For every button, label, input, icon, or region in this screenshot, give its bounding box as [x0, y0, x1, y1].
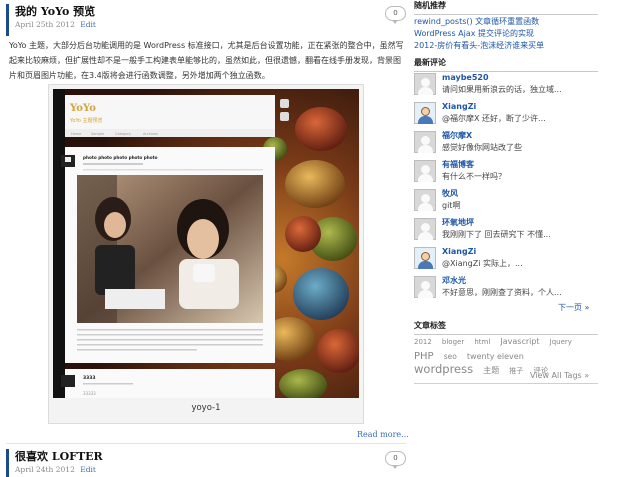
- comment-excerpt[interactable]: 有什么不一样吗？: [442, 171, 506, 182]
- post-article: 我的 YoYo 预览 April 25th 2012 Edit 0 YoYo 主…: [6, 4, 406, 83]
- recent-comments-title: 最新评论: [414, 58, 446, 67]
- post-divider: [6, 443, 406, 444]
- edit-link[interactable]: Edit: [80, 465, 96, 474]
- comment-author[interactable]: 邓水光: [442, 275, 466, 286]
- edit-link[interactable]: Edit: [80, 20, 96, 29]
- post-article: 很喜欢 LOFTER April 24th 2012 Edit 0: [6, 449, 406, 477]
- comment-author[interactable]: 福尔摩X: [442, 130, 472, 141]
- comment-author[interactable]: XiangZi: [442, 101, 476, 112]
- tag-link[interactable]: 推子: [509, 367, 523, 375]
- preview-nav-category: Category: [115, 132, 131, 136]
- comment-author[interactable]: XiangZi: [442, 246, 476, 257]
- random-posts-title: 随机推荐: [414, 1, 446, 10]
- avatar: [414, 102, 436, 124]
- post-header: 我的 YoYo 预览 April 25th 2012 Edit 0: [6, 4, 406, 36]
- post-date: April 25th 2012: [15, 20, 75, 29]
- comment-excerpt[interactable]: 感觉好像你网站改了些: [442, 142, 522, 153]
- post-excerpt: YoYo 主题，大部分后台功能调用的是 WordPress 标准接口，尤其是后台…: [9, 41, 404, 80]
- random-post-link[interactable]: 2012-房价有看头-泡沫经济谁来买单: [414, 40, 598, 52]
- comment-author[interactable]: maybe520: [442, 72, 489, 83]
- recent-comment-item[interactable]: XiangZi @XiangZi 实际上，...: [414, 246, 598, 270]
- post-meta: April 24th 2012 Edit: [15, 464, 406, 476]
- comment-excerpt[interactable]: 我刚刚下了 回去研究下 不懂...: [442, 229, 551, 240]
- comment-excerpt[interactable]: 请问如果用新浪云的话，独立域...: [442, 84, 562, 95]
- comment-count-bubble[interactable]: 0: [385, 451, 406, 469]
- random-posts-list: rewind_posts() 文章循环重置函数 WordPress Ajax 提…: [414, 16, 598, 52]
- tag-link[interactable]: 2012: [414, 338, 432, 346]
- next-page-link[interactable]: 下一页 »: [558, 302, 589, 313]
- avatar: [414, 276, 436, 298]
- random-post-link[interactable]: rewind_posts() 文章循环重置函数: [414, 16, 598, 28]
- recent-comment-item[interactable]: 福尔摩X 感觉好像你网站改了些: [414, 130, 598, 154]
- avatar: [414, 247, 436, 269]
- tag-link[interactable]: PHP: [414, 351, 434, 362]
- avatar: [414, 218, 436, 240]
- avatar: [414, 160, 436, 182]
- read-more-link[interactable]: Read more...: [357, 430, 409, 439]
- preview-site-title: YoYo: [69, 103, 96, 114]
- recent-comment-item[interactable]: 邓水光 不好意思，刚刚查了资料，个人...: [414, 275, 598, 299]
- avatar: [414, 189, 436, 211]
- tag-link[interactable]: Jquery: [550, 338, 572, 346]
- tag-link[interactable]: 主题: [483, 366, 499, 375]
- post-title[interactable]: 很喜欢 LOFTER: [15, 449, 406, 464]
- tag-link[interactable]: seo: [444, 352, 457, 361]
- comment-author[interactable]: 牧风: [442, 188, 458, 199]
- recent-comment-item[interactable]: XiangZi @福尔摩X 还好，断了少许...: [414, 101, 598, 125]
- preview-screenshot-image[interactable]: YoYo YoYo 主题预览 Home Sample Category Arch…: [53, 89, 359, 398]
- post-date: April 24th 2012: [15, 465, 75, 474]
- recent-comment-item[interactable]: maybe520 请问如果用新浪云的话，独立域...: [414, 72, 598, 96]
- avatar: [414, 131, 436, 153]
- comment-count-bubble[interactable]: 0: [385, 6, 406, 24]
- random-post-link[interactable]: WordPress Ajax 提交评论的实现: [414, 28, 598, 40]
- comment-excerpt[interactable]: git啊: [442, 200, 460, 211]
- widget-rule: [414, 14, 598, 15]
- tag-link[interactable]: html: [474, 338, 490, 346]
- preview-nav-sample: Sample: [91, 132, 104, 136]
- widget-rule: [414, 383, 598, 384]
- post-figure: YoYo YoYo 主题预览 Home Sample Category Arch…: [48, 84, 364, 424]
- recent-comment-item[interactable]: 环氧地坪 我刚刚下了 回去研究下 不懂...: [414, 217, 598, 241]
- view-all-tags-link[interactable]: View All Tags »: [530, 371, 589, 380]
- recent-comment-item[interactable]: 有福博客 有什么不一样吗？: [414, 159, 598, 183]
- tag-link[interactable]: twenty eleven: [467, 352, 524, 361]
- avatar: [414, 73, 436, 95]
- preview-nav-home: Home: [71, 132, 81, 136]
- tag-link[interactable]: bloger: [442, 338, 464, 346]
- preview-footer-bottom: 33333: [83, 391, 96, 396]
- preview-post-title: photo photo photo photo photo: [83, 155, 158, 160]
- recent-comments-header: 最新评论: [414, 57, 598, 72]
- comment-excerpt[interactable]: @XiangZi 实际上，...: [442, 258, 523, 269]
- preview-footer-title: 3333: [83, 375, 96, 381]
- post-header: 很喜欢 LOFTER April 24th 2012 Edit 0: [6, 449, 406, 477]
- tag-link[interactable]: wordpress: [414, 362, 473, 376]
- comment-excerpt[interactable]: @福尔摩X 还好，断了少许...: [442, 113, 546, 124]
- comment-author[interactable]: 有福博客: [442, 159, 474, 170]
- comment-author[interactable]: 环氧地坪: [442, 217, 474, 228]
- preview-site-tagline: YoYo 主题预览: [69, 117, 103, 124]
- tag-link[interactable]: Javascript: [500, 337, 539, 346]
- recent-comment-item[interactable]: 牧风 git啊: [414, 188, 598, 212]
- post-meta: April 25th 2012 Edit: [15, 19, 406, 31]
- figure-caption: yoyo-1: [191, 403, 221, 413]
- comment-excerpt[interactable]: 不好意思，刚刚查了资料，个人...: [442, 287, 562, 298]
- random-posts-widget: 随机推荐 rewind_posts() 文章循环重置函数 WordPress A…: [414, 0, 598, 52]
- post-title[interactable]: 我的 YoYo 预览: [15, 4, 406, 19]
- preview-nav-archives: Archives: [143, 132, 158, 136]
